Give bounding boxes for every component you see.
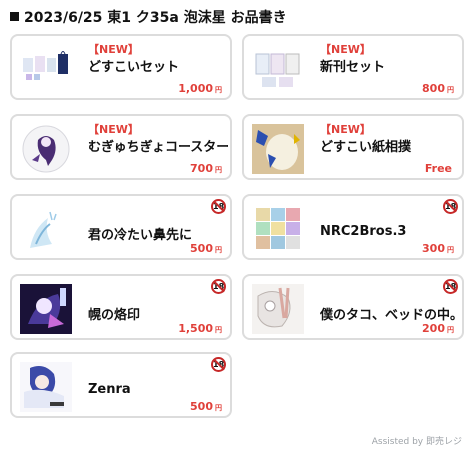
item-card-kamizumo[interactable]: 【NEW】 どすこい紙相撲 Free [242,114,464,180]
item-thumbnail [20,124,72,174]
item-thumbnail [20,204,72,254]
footer-credit: Assisted by 即売レジ [371,437,462,447]
item-card-kimi-no-tsumetai-hanasaki[interactable]: 君の冷たい鼻先に 18 500 円 [10,194,232,260]
item-title: どすこい紙相撲 [320,140,412,155]
item-thumbnail [20,284,72,334]
r18-icon: 18 [443,199,458,214]
item-thumbnail [252,204,304,254]
item-price: 200 円 [422,322,454,335]
item-title: むぎゅちぎょコースター [88,140,228,155]
r18-icon: 18 [443,279,458,294]
item-card-dosukoi-set[interactable]: 【NEW】 どすこいセット 1,000 円 [10,34,232,100]
item-thumbnail [252,124,304,174]
r18-icon: 18 [211,357,226,372]
item-thumbnail [252,44,304,94]
page-title: 2023/6/25 東1 ク35a 泡沫星 お品書き [10,7,287,27]
item-title: NRC2Bros.3 [320,224,407,239]
square-bullet-icon [10,12,19,21]
item-thumbnail [252,284,304,334]
item-thumbnail [20,44,72,94]
item-card-boku-no-tako[interactable]: 僕のタコ、ベッドの中。 18 200 円 [242,274,464,340]
item-price: 800 円 [422,82,454,95]
item-price: 700 円 [190,162,222,175]
item-title: 君の冷たい鼻先に [88,228,193,243]
new-badge: 【NEW】 [320,123,371,136]
item-price: 1,500 円 [178,322,222,335]
item-thumbnail [20,362,72,412]
item-title: どすこいセット [88,60,180,75]
item-title: 幌の烙印 [88,308,141,323]
item-title: Zenra [88,382,131,397]
item-price: 500 円 [190,242,222,255]
r18-icon: 18 [211,199,226,214]
item-card-horo-no-rakuin[interactable]: 幌の烙印 18 1,500 円 [10,274,232,340]
item-card-zenra[interactable]: Zenra 18 500 円 [10,352,232,418]
item-card-coaster[interactable]: 【NEW】 むぎゅちぎょコースター 700 円 [10,114,232,180]
r18-icon: 18 [211,279,226,294]
item-price: 500 円 [190,400,222,413]
new-badge: 【NEW】 [88,43,139,56]
item-card-shinkan-set[interactable]: 【NEW】 新刊セット 800 円 [242,34,464,100]
new-badge: 【NEW】 [320,43,371,56]
new-badge: 【NEW】 [88,123,139,136]
page-title-text: 2023/6/25 東1 ク35a 泡沫星 お品書き [24,10,287,26]
item-title: 僕のタコ、ベッドの中。 [320,308,460,323]
item-title: 新刊セット [320,60,386,75]
item-card-nrc2bros3[interactable]: NRC2Bros.3 18 300 円 [242,194,464,260]
item-price: 1,000 円 [178,82,222,95]
item-price: 300 円 [422,242,454,255]
item-price: Free [424,162,452,175]
